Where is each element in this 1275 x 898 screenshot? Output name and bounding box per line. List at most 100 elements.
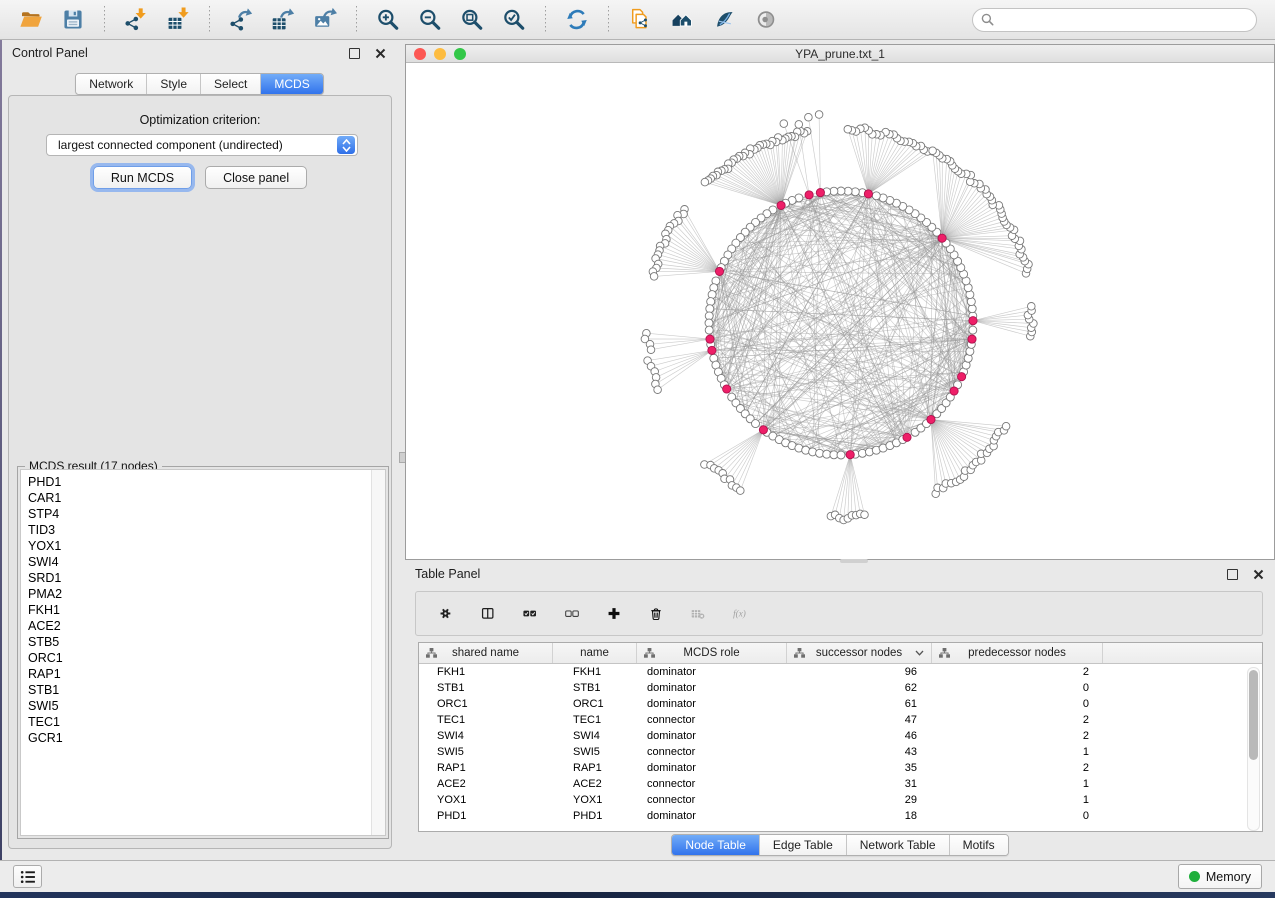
search-input[interactable] <box>999 12 1248 28</box>
cell: STB1 <box>419 682 553 694</box>
mcds-result-item[interactable]: STB5 <box>28 634 371 650</box>
import-network-button[interactable] <box>118 4 154 36</box>
control-panel-tab-bar: NetworkStyleSelectMCDS <box>75 73 323 95</box>
import-table-button[interactable] <box>160 4 196 36</box>
run-mcds-button[interactable]: Run MCDS <box>93 166 192 189</box>
cell: 35 <box>787 762 932 774</box>
tab-select[interactable]: Select <box>201 74 261 94</box>
export-image-button[interactable] <box>307 4 343 36</box>
column-header-MCDS-role[interactable]: MCDS role <box>637 643 787 663</box>
mcds-result-item[interactable]: PHD1 <box>28 474 371 490</box>
mcds-result-item[interactable]: ACE2 <box>28 618 371 634</box>
cell: 1 <box>932 794 1103 806</box>
cell: dominator <box>637 762 787 774</box>
tab-network[interactable]: Network <box>76 74 147 94</box>
tab-edge-table[interactable]: Edge Table <box>760 835 847 855</box>
export-network-button[interactable] <box>223 4 259 36</box>
mcds-result-groupbox: MCDS result (17 nodes) PHD1CAR1STP4TID3Y… <box>17 466 389 839</box>
mcds-result-item[interactable]: RAP1 <box>28 666 371 682</box>
column-header-name[interactable]: name <box>553 643 637 663</box>
deselect-all-button[interactable] <box>558 599 586 629</box>
control-panel: Control Panel NetworkStyleSelectMCDS Opt… <box>2 40 397 860</box>
mcds-result-item[interactable]: GCR1 <box>28 730 371 746</box>
optimization-criterion-select[interactable]: largest connected component (undirected) <box>46 134 358 156</box>
save-session-button[interactable] <box>55 4 91 36</box>
table-row[interactable]: PHD1PHD1dominator180 <box>419 808 1262 824</box>
mcds-result-item[interactable]: FKH1 <box>28 602 371 618</box>
table-row[interactable]: FKH1FKH1dominator962 <box>419 664 1262 680</box>
control-panel-title: Control Panel <box>12 46 88 60</box>
open-file-button[interactable] <box>13 4 49 36</box>
column-header-predecessor-nodes[interactable]: predecessor nodes <box>932 643 1103 663</box>
mcds-result-item[interactable]: STB1 <box>28 682 371 698</box>
table-row[interactable]: SWI4SWI4dominator462 <box>419 728 1262 744</box>
table-panel-float-button[interactable] <box>1225 567 1239 581</box>
show-graphics-button[interactable] <box>748 4 784 36</box>
select-all-button[interactable] <box>516 599 544 629</box>
table-row[interactable]: STB1STB1dominator620 <box>419 680 1262 696</box>
zoom-in-button[interactable] <box>370 4 406 36</box>
table-panel-resize-handle[interactable] <box>840 559 868 563</box>
mcds-tab-content: Optimization criterion: largest connecte… <box>8 95 392 849</box>
table-row[interactable]: RAP1RAP1dominator352 <box>419 760 1262 776</box>
hide-graphics-icon <box>712 6 736 33</box>
mcds-result-item[interactable]: YOX1 <box>28 538 371 554</box>
cell: TEC1 <box>553 714 637 726</box>
control-panel-close-button[interactable] <box>373 46 387 60</box>
cell: PHD1 <box>553 810 637 822</box>
home-button[interactable] <box>664 4 700 36</box>
tab-motifs[interactable]: Motifs <box>950 835 1008 855</box>
zoom-fit-button[interactable] <box>454 4 490 36</box>
table-panel-close-button[interactable] <box>1251 567 1265 581</box>
zoom-out-button[interactable] <box>412 4 448 36</box>
mcds-result-item[interactable]: CAR1 <box>28 490 371 506</box>
mcds-result-item[interactable]: TEC1 <box>28 714 371 730</box>
toggle-columns-button[interactable] <box>474 599 502 629</box>
column-header-successor-nodes[interactable]: successor nodes <box>787 643 932 663</box>
cell: 29 <box>787 794 932 806</box>
delete-rows-button[interactable] <box>642 599 670 629</box>
mcds-result-item[interactable]: SRD1 <box>28 570 371 586</box>
cell: ORC1 <box>419 698 553 710</box>
cell: 2 <box>932 762 1103 774</box>
main-toolbar <box>0 0 1275 40</box>
table-row[interactable]: ACE2ACE2connector311 <box>419 776 1262 792</box>
toolbar-separator <box>104 6 105 34</box>
tab-network-table[interactable]: Network Table <box>847 835 950 855</box>
mcds-result-scrollbar[interactable] <box>371 470 385 835</box>
duplicate-network-button[interactable] <box>622 4 658 36</box>
refresh-button[interactable] <box>559 4 595 36</box>
scrollbar-thumb[interactable] <box>1249 670 1258 760</box>
tab-node-table[interactable]: Node Table <box>672 835 760 855</box>
tab-style[interactable]: Style <box>147 74 201 94</box>
cell: dominator <box>637 730 787 742</box>
export-table-button[interactable] <box>265 4 301 36</box>
zoom-selected-button[interactable] <box>496 4 532 36</box>
table-vertical-scrollbar[interactable] <box>1247 667 1260 831</box>
control-panel-float-button[interactable] <box>347 46 361 60</box>
network-view-canvas[interactable] <box>406 63 1274 559</box>
table-row[interactable]: SWI5SWI5connector431 <box>419 744 1262 760</box>
add-row-button[interactable] <box>600 599 628 629</box>
column-type-icon <box>939 648 950 658</box>
table-row[interactable]: YOX1YOX1connector291 <box>419 792 1262 808</box>
tab-mcds[interactable]: MCDS <box>261 74 322 94</box>
table-row[interactable]: TEC1TEC1connector472 <box>419 712 1262 728</box>
task-history-button[interactable] <box>13 865 42 888</box>
mcds-result-item[interactable]: SWI5 <box>28 698 371 714</box>
hide-graphics-button[interactable] <box>706 4 742 36</box>
mcds-result-item[interactable]: SWI4 <box>28 554 371 570</box>
mcds-result-item[interactable]: PMA2 <box>28 586 371 602</box>
memory-button[interactable]: Memory <box>1178 864 1262 889</box>
close-panel-button[interactable]: Close panel <box>205 166 307 189</box>
mcds-result-item[interactable]: ORC1 <box>28 650 371 666</box>
mcds-result-item[interactable]: STP4 <box>28 506 371 522</box>
cell: dominator <box>637 666 787 678</box>
column-header-shared-name[interactable]: shared name <box>419 643 553 663</box>
settings-button[interactable] <box>432 599 460 629</box>
mcds-result-item[interactable]: TID3 <box>28 522 371 538</box>
cell: SWI5 <box>553 746 637 758</box>
close-icon <box>1253 569 1264 580</box>
select-stepper-icon <box>337 136 355 154</box>
table-row[interactable]: ORC1ORC1dominator610 <box>419 696 1262 712</box>
